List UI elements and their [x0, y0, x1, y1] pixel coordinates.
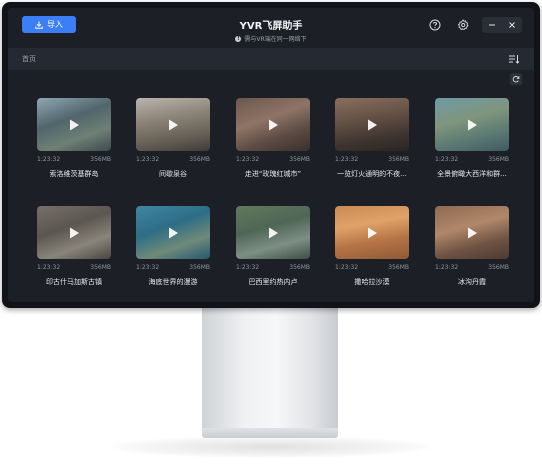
video-meta: 1:23:32 356MB	[335, 264, 409, 272]
video-thumbnail[interactable]	[335, 206, 409, 259]
play-icon[interactable]	[365, 118, 379, 132]
video-size: 356MB	[90, 156, 111, 163]
video-title[interactable]: 撒哈拉沙漠	[329, 277, 415, 287]
video-title[interactable]: 间歇泉谷	[130, 169, 216, 179]
video-size: 356MB	[289, 264, 310, 271]
video-duration: 1:23:32	[37, 156, 61, 163]
video-size: 356MB	[189, 264, 210, 271]
video-duration: 1:23:32	[37, 264, 61, 271]
video-meta: 1:23:32 356MB	[435, 264, 509, 272]
video-thumbnail[interactable]	[136, 206, 210, 259]
play-icon[interactable]	[266, 226, 280, 240]
play-icon[interactable]	[166, 226, 180, 240]
video-meta: 1:23:32 356MB	[136, 156, 210, 164]
video-title[interactable]: 走进“玫瑰红城市”	[230, 169, 316, 179]
video-thumbnail[interactable]	[37, 206, 111, 259]
video-title[interactable]: 巴西里约热内卢	[230, 277, 316, 287]
video-title[interactable]: 冰沟丹霞	[429, 277, 515, 287]
play-icon[interactable]	[465, 226, 479, 240]
video-duration: 1:23:32	[236, 264, 260, 271]
video-meta: 1:23:32 356MB	[435, 156, 509, 164]
video-thumbnail[interactable]	[37, 98, 111, 151]
video-thumbnail[interactable]	[335, 98, 409, 151]
app-window: 导入 YVR飞屏助手 ! 需与VR端在同一网络下 首页 1:23:32 356M…	[8, 8, 534, 302]
video-meta: 1:23:32 356MB	[236, 156, 310, 164]
video-duration: 1:23:32	[435, 156, 459, 163]
video-title[interactable]: 一览灯火通明的不夜...	[329, 169, 415, 179]
video-size: 356MB	[388, 264, 409, 271]
video-title[interactable]: 海底世界的漫游	[130, 277, 216, 287]
video-duration: 1:23:32	[335, 156, 359, 163]
video-thumbnail[interactable]	[236, 206, 310, 259]
video-duration: 1:23:32	[335, 264, 359, 271]
video-thumbnail[interactable]	[136, 98, 210, 151]
video-grid: 1:23:32 356MB 索洛维茨基群岛 1:23:32 356MB 间歇泉谷 1:23:…	[8, 8, 534, 302]
video-title[interactable]: 印古什马加斯古镇	[31, 277, 117, 287]
video-duration: 1:23:32	[136, 156, 160, 163]
video-duration: 1:23:32	[236, 156, 260, 163]
play-icon[interactable]	[266, 118, 280, 132]
play-icon[interactable]	[166, 118, 180, 132]
monitor-stand-base	[202, 428, 338, 438]
video-thumbnail[interactable]	[236, 98, 310, 151]
play-icon[interactable]	[465, 118, 479, 132]
play-icon[interactable]	[365, 226, 379, 240]
stand-shadow	[110, 436, 430, 458]
video-meta: 1:23:32 356MB	[136, 264, 210, 272]
monitor-stand	[202, 308, 338, 430]
video-meta: 1:23:32 356MB	[236, 264, 310, 272]
video-title[interactable]: 全景俯瞰大西洋和群...	[429, 169, 515, 179]
play-icon[interactable]	[67, 226, 81, 240]
monitor-bezel: 导入 YVR飞屏助手 ! 需与VR端在同一网络下 首页 1:23:32 356M…	[2, 2, 540, 308]
video-meta: 1:23:32 356MB	[335, 156, 409, 164]
video-duration: 1:23:32	[136, 264, 160, 271]
video-meta: 1:23:32 356MB	[37, 264, 111, 272]
play-icon[interactable]	[67, 118, 81, 132]
video-thumbnail[interactable]	[435, 98, 509, 151]
video-size: 356MB	[90, 264, 111, 271]
video-meta: 1:23:32 356MB	[37, 156, 111, 164]
video-size: 356MB	[488, 264, 509, 271]
video-title[interactable]: 索洛维茨基群岛	[31, 169, 117, 179]
video-size: 356MB	[289, 156, 310, 163]
video-size: 356MB	[189, 156, 210, 163]
video-size: 356MB	[388, 156, 409, 163]
video-duration: 1:23:32	[435, 264, 459, 271]
video-size: 356MB	[488, 156, 509, 163]
video-thumbnail[interactable]	[435, 206, 509, 259]
